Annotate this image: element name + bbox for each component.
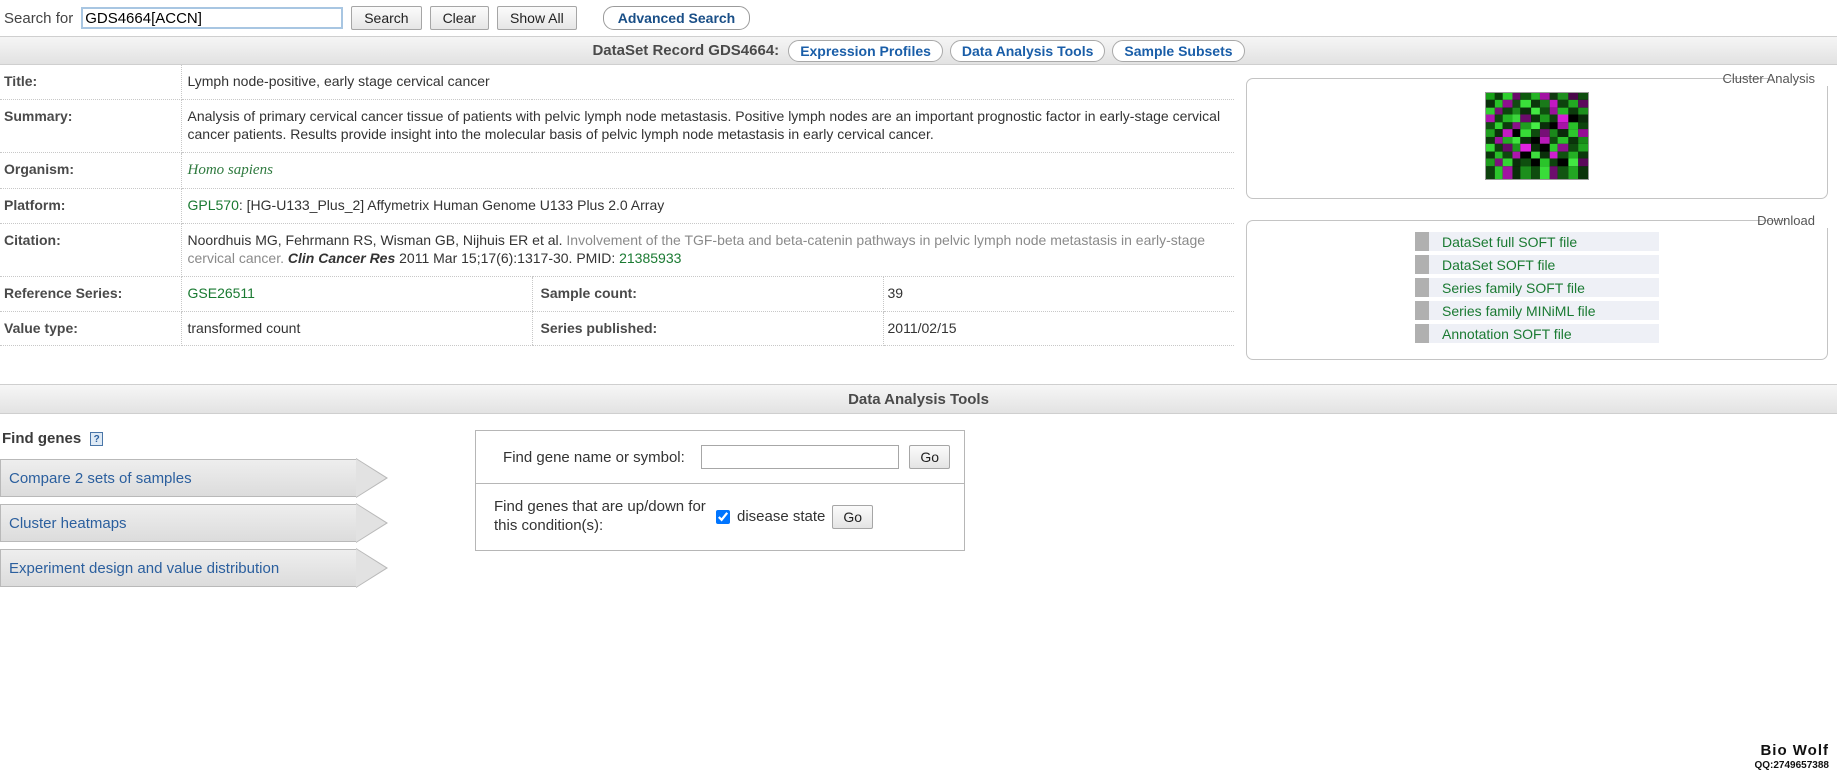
arrow-tip (356, 549, 386, 587)
download-row[interactable]: Series family MINiML file (1415, 301, 1659, 320)
download-row[interactable]: Series family SOFT file (1415, 278, 1659, 297)
table-row-organism: Organism: Homo sapiens (0, 152, 1234, 189)
show-all-button[interactable]: Show All (497, 6, 577, 30)
sample-count-value: 39 (883, 276, 1234, 312)
search-button[interactable]: Search (351, 6, 422, 30)
value-type-label: Value type: (0, 311, 182, 347)
download-link-annotation-soft[interactable]: Annotation SOFT file (1429, 326, 1572, 342)
cluster-heatmap-thumbnail[interactable] (1485, 92, 1589, 180)
download-row[interactable]: DataSet SOFT file (1415, 255, 1659, 274)
advanced-search-link[interactable]: Advanced Search (602, 6, 751, 30)
sample-count-label: Sample count: (531, 276, 884, 312)
file-icon (1415, 301, 1429, 320)
download-link-series-family-miniml[interactable]: Series family MINiML file (1429, 303, 1596, 319)
tab-sample-subsets[interactable]: Sample Subsets (1112, 39, 1245, 62)
platform-label: Platform: (0, 188, 182, 224)
updown-label: Find genes that are up/down for this con… (494, 498, 706, 534)
reference-series-link[interactable]: GSE26511 (188, 285, 255, 301)
gene-name-input[interactable] (700, 445, 900, 469)
table-row-title: Title: Lymph node-positive, early stage … (0, 65, 1234, 100)
condition-group: disease state Go (716, 504, 874, 529)
title-value: Lymph node-positive, early stage cervica… (181, 65, 1234, 100)
cluster-analysis-panel: Cluster Analysis (1246, 71, 1828, 199)
citation-authors: Noordhuis MG, Fehrmann RS, Wisman GB, Ni… (187, 231, 563, 248)
file-icon (1415, 324, 1429, 343)
summary-value: Analysis of primary cervical cancer tiss… (181, 99, 1234, 153)
tool-link-experiment-design[interactable]: Experiment design and value distribution (0, 548, 388, 588)
find-gene-box: Find gene name or symbol: Go Find genes … (475, 430, 965, 551)
organism-label: Organism: (0, 152, 182, 189)
tools-right-column: Find gene name or symbol: Go Find genes … (465, 430, 965, 551)
find-genes-header: Find genes ? (0, 430, 465, 459)
record-header-bar: DataSet Record GDS4664: Expression Profi… (0, 36, 1837, 65)
data-analysis-tools-body: Find genes ? Compare 2 sets of samples C… (0, 414, 1837, 594)
gene-go-button[interactable]: Go (909, 445, 950, 469)
citation-pmid-link[interactable]: 21385933 (619, 250, 681, 266)
tool-link-label[interactable]: Compare 2 sets of samples (9, 470, 192, 487)
summary-label: Summary: (0, 99, 182, 153)
dataset-record-table: Title: Lymph node-positive, early stage … (0, 65, 1234, 347)
tool-link-label[interactable]: Experiment design and value distribution (9, 560, 279, 577)
sidebar: Cluster Analysis Download DataSet full S… (1234, 65, 1834, 374)
table-row-value-type: Value type: transformed count Series pub… (0, 311, 1234, 347)
organism-value[interactable]: Homo sapiens (188, 162, 273, 178)
file-icon (1415, 278, 1429, 297)
data-analysis-tools-bar: Data Analysis Tools (0, 384, 1837, 414)
find-updown-row: Find genes that are up/down for this con… (476, 484, 964, 550)
table-row-platform: Platform: GPL570: [HG-U133_Plus_2] Affym… (0, 188, 1234, 224)
platform-accession-link[interactable]: GPL570 (188, 197, 239, 213)
arrow-tip (356, 504, 386, 542)
tools-left-column: Find genes ? Compare 2 sets of samples C… (0, 430, 465, 594)
watermark: Bio Wolf QQ:2749657388 (1754, 742, 1829, 771)
citation-journal: Clin Cancer Res (287, 249, 396, 266)
reference-series-label: Reference Series: (0, 276, 182, 312)
page-title: DataSet Record GDS4664: (592, 42, 780, 59)
search-label: Search for (4, 9, 74, 27)
tab-data-analysis-tools[interactable]: Data Analysis Tools (949, 39, 1106, 62)
table-row-summary: Summary: Analysis of primary cervical ca… (0, 99, 1234, 153)
tool-link-label[interactable]: Cluster heatmaps (9, 515, 127, 532)
platform-description: : [HG-U133_Plus_2] Affymetrix Human Geno… (238, 196, 665, 213)
download-legend: Download (1757, 213, 1815, 228)
search-bar: Search for Search Clear Show All Advance… (0, 0, 1837, 36)
series-published-label: Series published: (531, 311, 884, 347)
tool-link-cluster-heatmaps[interactable]: Cluster heatmaps (0, 503, 388, 543)
record-content: Title: Lymph node-positive, early stage … (0, 65, 1837, 374)
download-link-series-family-soft[interactable]: Series family SOFT file (1429, 280, 1585, 296)
data-analysis-tools-title: Data Analysis Tools (848, 390, 989, 408)
cluster-analysis-legend: Cluster Analysis (1722, 71, 1815, 86)
file-icon (1415, 232, 1429, 251)
series-published-value: 2011/02/15 (883, 311, 1234, 347)
download-row[interactable]: Annotation SOFT file (1415, 324, 1659, 343)
help-icon[interactable]: ? (90, 431, 104, 446)
search-input[interactable] (81, 7, 344, 29)
watermark-qq: QQ:2749657388 (1754, 759, 1829, 771)
download-link-dataset-full-soft[interactable]: DataSet full SOFT file (1429, 234, 1577, 250)
tool-link-compare-2-sets[interactable]: Compare 2 sets of samples (0, 458, 388, 498)
citation-details: 2011 Mar 15;17(6):1317-30. PMID: (399, 249, 616, 266)
tab-expression-profiles[interactable]: Expression Profiles (788, 39, 943, 62)
citation-label: Citation: (0, 223, 182, 277)
title-label: Title: (0, 65, 182, 100)
gene-name-label: Find gene name or symbol: (503, 448, 685, 466)
find-genes-label: Find genes (2, 430, 82, 447)
download-row[interactable]: DataSet full SOFT file (1415, 232, 1659, 251)
find-gene-name-row: Find gene name or symbol: Go (476, 431, 964, 484)
file-icon (1415, 255, 1429, 274)
value-type-value: transformed count (181, 311, 532, 347)
table-row-citation: Citation: Noordhuis MG, Fehrmann RS, Wis… (0, 223, 1234, 277)
arrow-tip (356, 459, 386, 497)
clear-button[interactable]: Clear (429, 6, 490, 30)
watermark-name: Bio Wolf (1760, 742, 1829, 760)
table-row-reference-series: Reference Series: GSE26511 Sample count:… (0, 276, 1234, 312)
disease-state-checkbox[interactable] (716, 509, 730, 524)
download-link-dataset-soft[interactable]: DataSet SOFT file (1429, 257, 1555, 273)
download-panel: Download DataSet full SOFT file DataSet … (1246, 213, 1828, 360)
updown-go-button[interactable]: Go (832, 504, 874, 529)
disease-state-label: disease state (737, 508, 826, 526)
